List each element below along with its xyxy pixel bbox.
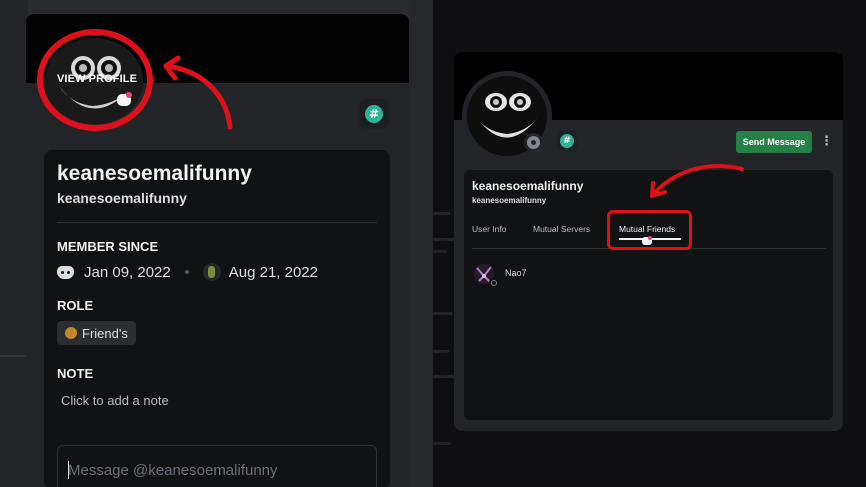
discord-logo-icon [57, 265, 74, 279]
member-since-row: Jan 09, 2022 Aug 21, 2022 [57, 262, 318, 282]
role-heading: ROLE [57, 298, 94, 313]
mutual-friend-item[interactable]: Nao7 [472, 261, 592, 287]
hash-badge-icon: # [560, 134, 574, 148]
tab-user-info[interactable]: User Info [472, 224, 507, 234]
role-color-dot [65, 327, 77, 339]
server-icon [202, 263, 221, 281]
more-options-icon[interactable]: ⋮ [820, 133, 833, 151]
member-since-heading: MEMBER SINCE [57, 239, 159, 254]
modal-username: keanesoemalifunny [472, 196, 547, 205]
modal-info-box [464, 170, 833, 420]
display-name: keanesoemalifunny [57, 162, 252, 185]
left-sidebar-divider [0, 355, 28, 357]
send-message-button[interactable]: Send Message [736, 131, 812, 153]
name-divider [57, 222, 377, 223]
modal-server-badge[interactable]: # [557, 131, 577, 151]
dot-separator [184, 270, 189, 274]
note-heading: NOTE [57, 366, 94, 381]
right-chat-strip [409, 0, 433, 487]
discord-join-date: Jan 09, 2022 [84, 263, 171, 281]
role-name: Friend's [82, 325, 128, 341]
offline-status-icon [524, 133, 543, 152]
message-input-box[interactable] [57, 445, 377, 487]
message-input[interactable] [68, 458, 368, 482]
server-join-date: Aug 21, 2022 [228, 263, 318, 281]
server-badge[interactable]: # [359, 99, 389, 129]
role-chip[interactable]: Friend's [57, 321, 136, 345]
avatar-highlight-circle [37, 29, 153, 131]
friend-name: Nao7 [505, 268, 527, 278]
pointer-cursor-icon [642, 236, 652, 245]
tab-mutual-servers[interactable]: Mutual Servers [533, 224, 590, 234]
modal-display-name: keanesoemalifunny [472, 179, 584, 193]
text-caret [68, 461, 69, 479]
left-sidebar-strip [0, 0, 28, 487]
hash-badge-icon: # [365, 105, 383, 123]
username: keanesoemalifunny [57, 190, 187, 206]
note-input[interactable]: Click to add a note [61, 393, 169, 408]
friend-offline-status-icon [489, 278, 498, 287]
